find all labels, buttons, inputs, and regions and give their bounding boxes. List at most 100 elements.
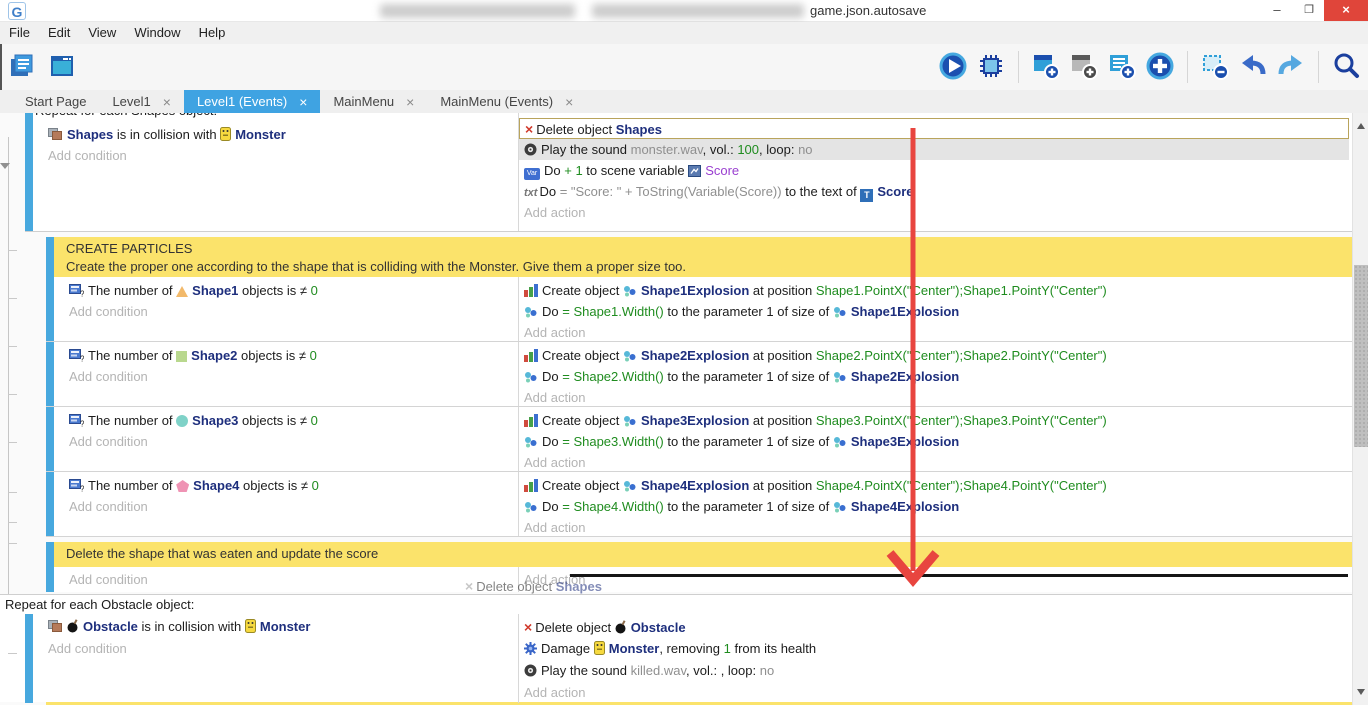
minimize-button[interactable]: – bbox=[1262, 0, 1292, 21]
toolbar-search-button[interactable] bbox=[1330, 51, 1362, 83]
menu-help[interactable]: Help bbox=[190, 22, 235, 44]
event-drag-bar[interactable] bbox=[46, 472, 54, 536]
ev-empty[interactable]: Add conditionAdd action bbox=[46, 567, 1352, 592]
toolbar-scene-editor-button[interactable] bbox=[46, 51, 78, 83]
add-condition[interactable]: Add condition bbox=[66, 496, 518, 517]
restore-button[interactable]: ❐ bbox=[1294, 0, 1324, 21]
action-row[interactable]: Do = Shape4.Width() to the parameter 1 o… bbox=[519, 496, 1349, 517]
text: objects is ≠ bbox=[238, 413, 310, 428]
text: objects is ≠ bbox=[238, 283, 310, 298]
toolbar-add-comment-button[interactable] bbox=[1068, 51, 1100, 83]
add-action[interactable]: Add action bbox=[519, 202, 1349, 223]
text: at position bbox=[749, 348, 816, 363]
event-header[interactable]: Repeat for each Obstacle object: bbox=[0, 595, 1352, 614]
action-row[interactable]: Create object Shape1Explosion at positio… bbox=[519, 280, 1349, 301]
condition-row[interactable]: ?The number of Shape2 objects is ≠ 0 bbox=[66, 345, 518, 366]
action-row[interactable]: Create object Shape2Explosion at positio… bbox=[519, 345, 1349, 366]
toolbar-undo-button[interactable] bbox=[1237, 51, 1269, 83]
add-condition[interactable]: Add condition bbox=[45, 638, 518, 660]
text: to the parameter 1 of size of bbox=[664, 434, 833, 449]
action-row[interactable]: Do = Shape3.Width() to the parameter 1 o… bbox=[519, 431, 1349, 452]
add-action[interactable]: Add action bbox=[519, 387, 1349, 408]
menu-edit[interactable]: Edit bbox=[39, 22, 79, 44]
tab-close-icon[interactable]: × bbox=[299, 95, 307, 109]
ev-obstacle[interactable]: Repeat for each Obstacle object: Obstacle… bbox=[0, 594, 1352, 702]
toolbar-delete-event-button[interactable] bbox=[1199, 51, 1231, 83]
toolbar-add-subevent-button[interactable] bbox=[1106, 51, 1138, 83]
ev-shape1[interactable]: ?The number of Shape1 objects is ≠ 0Add … bbox=[46, 277, 1352, 342]
add-action[interactable]: Add action bbox=[519, 569, 1349, 590]
scroll-up-icon[interactable] bbox=[1357, 119, 1365, 129]
collapse-arrow-icon[interactable] bbox=[0, 163, 10, 174]
ev-repeat-shapes[interactable]: Repeat for each Shapes object:Shapes is … bbox=[25, 113, 1352, 232]
event-drag-bar[interactable] bbox=[25, 614, 33, 703]
conditions-column: ?The number of Shape2 objects is ≠ 0Add … bbox=[54, 342, 518, 406]
ev-shape3[interactable]: ?The number of Shape3 objects is ≠ 0Add … bbox=[46, 407, 1352, 472]
event-drag-bar[interactable] bbox=[46, 567, 54, 592]
event-drag-bar[interactable] bbox=[46, 342, 54, 406]
actions-column: ×Delete object ShapesPlay the sound mons… bbox=[518, 113, 1352, 231]
event-drag-bar[interactable] bbox=[46, 542, 54, 567]
action-row[interactable]: txtDo = "Score: " + ToString(Variable(Sc… bbox=[519, 181, 1349, 202]
action-row[interactable]: Do = Shape1.Width() to the parameter 1 o… bbox=[519, 301, 1349, 322]
add-condition[interactable]: Add condition bbox=[45, 145, 518, 166]
menu-view[interactable]: View bbox=[79, 22, 125, 44]
action-row[interactable]: Damage Monster, removing 1 from its heal… bbox=[519, 638, 1349, 660]
add-action[interactable]: Add action bbox=[519, 322, 1349, 343]
ev-shape4[interactable]: ?The number of Shape4 objects is ≠ 0Add … bbox=[46, 472, 1352, 537]
close-button[interactable]: × bbox=[1324, 0, 1368, 21]
scenevar-icon bbox=[688, 165, 701, 177]
text: , vol.: bbox=[703, 142, 738, 157]
event-drag-bar[interactable] bbox=[46, 277, 54, 341]
tab-level1-events-[interactable]: Level1 (Events)× bbox=[184, 90, 321, 113]
action-row[interactable]: Do = Shape2.Width() to the parameter 1 o… bbox=[519, 366, 1349, 387]
action-row[interactable]: Play the sound monster.wav, vol.: 100, l… bbox=[519, 139, 1349, 160]
scrollbar-thumb[interactable] bbox=[1354, 265, 1368, 447]
event-drag-bar[interactable] bbox=[25, 113, 33, 231]
add-condition[interactable]: Add condition bbox=[66, 366, 518, 387]
menu-window[interactable]: Window bbox=[125, 22, 189, 44]
scroll-down-icon[interactable] bbox=[1357, 689, 1365, 699]
tab-mainmenu[interactable]: MainMenu× bbox=[320, 90, 427, 113]
action-row[interactable]: VarDo + 1 to scene variable Score bbox=[519, 160, 1349, 181]
ev-shape2[interactable]: ?The number of Shape2 objects is ≠ 0Add … bbox=[46, 342, 1352, 407]
toolbar-add-something-button[interactable] bbox=[1144, 51, 1176, 83]
add-condition[interactable]: Add condition bbox=[66, 301, 518, 322]
event-drag-bar[interactable] bbox=[46, 237, 54, 277]
toolbar-debug-button[interactable] bbox=[975, 51, 1007, 83]
conditions-column: Add condition bbox=[54, 567, 518, 592]
events-sheet[interactable]: Repeat for each Shapes object:Shapes is … bbox=[0, 113, 1352, 705]
tab-mainmenu-events-[interactable]: MainMenu (Events)× bbox=[427, 90, 586, 113]
comment-block[interactable]: Delete the shape that was eaten and upda… bbox=[46, 542, 1352, 567]
add-condition[interactable]: Add condition bbox=[66, 431, 518, 452]
toolbar-redo-button[interactable] bbox=[1275, 51, 1307, 83]
tab-level1[interactable]: Level1× bbox=[99, 90, 184, 113]
tab-close-icon[interactable]: × bbox=[406, 95, 414, 109]
tree-tick bbox=[8, 394, 17, 395]
comment-block[interactable]: CREATE PARTICLESCreate the proper one ac… bbox=[46, 237, 1352, 277]
event-drag-bar[interactable] bbox=[46, 407, 54, 471]
action-row[interactable]: ×Delete object Shapes bbox=[519, 118, 1349, 139]
add-action[interactable]: Add action bbox=[519, 682, 1349, 704]
condition-row[interactable]: ?The number of Shape1 objects is ≠ 0 bbox=[66, 280, 518, 301]
action-row[interactable]: ×Delete object Obstacle bbox=[519, 616, 1349, 638]
add-action[interactable]: Add action bbox=[519, 452, 1349, 473]
condition-row[interactable]: Shapes is in collision with Monster bbox=[45, 124, 518, 145]
add-action[interactable]: Add action bbox=[519, 517, 1349, 538]
add-condition[interactable]: Add condition bbox=[66, 569, 518, 590]
toolbar-add-event-button[interactable] bbox=[1030, 51, 1062, 83]
condition-row[interactable]: Obstacle is in collision with Monster bbox=[45, 616, 518, 638]
toolbar-project-manager-button[interactable] bbox=[6, 51, 38, 83]
toolbar-play-button[interactable] bbox=[937, 51, 969, 83]
action-row[interactable]: Create object Shape3Explosion at positio… bbox=[519, 410, 1349, 431]
vertical-scrollbar[interactable] bbox=[1352, 113, 1368, 705]
menu-file[interactable]: File bbox=[0, 22, 39, 44]
tab-start-page[interactable]: Start Page bbox=[12, 90, 99, 113]
tab-close-icon[interactable]: × bbox=[163, 95, 171, 109]
condition-row[interactable]: ?The number of Shape3 objects is ≠ 0 bbox=[66, 410, 518, 431]
tab-close-icon[interactable]: × bbox=[565, 95, 573, 109]
condition-row[interactable]: ?The number of Shape4 objects is ≠ 0 bbox=[66, 475, 518, 496]
action-row[interactable]: Create object Shape4Explosion at positio… bbox=[519, 475, 1349, 496]
action-row[interactable]: Play the sound killed.wav, vol.: , loop:… bbox=[519, 660, 1349, 682]
text: objects is ≠ bbox=[239, 478, 311, 493]
